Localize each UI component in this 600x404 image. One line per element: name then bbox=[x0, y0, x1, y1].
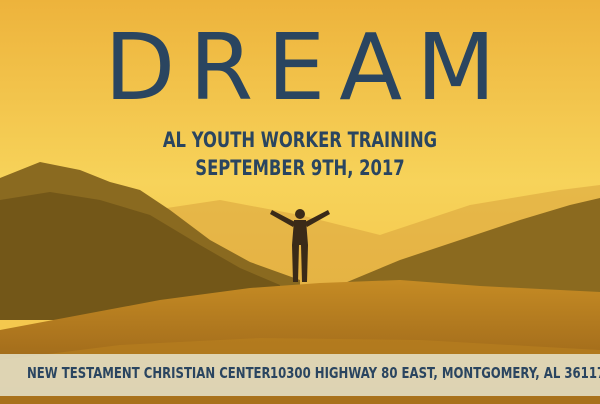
event-subtitle: AL YOUTH WORKER TRAINING bbox=[162, 128, 438, 152]
venue-footer-band: NEW TESTAMENT CHRISTIAN CENTER 10300 HIG… bbox=[0, 354, 600, 396]
event-title: DREAM bbox=[104, 14, 510, 121]
event-poster: DREAM AL YOUTH WORKER TRAINING SEPTEMBER… bbox=[0, 0, 600, 404]
venue-name: NEW TESTAMENT CHRISTIAN CENTER bbox=[27, 364, 271, 382]
event-date: SEPTEMBER 9TH, 2017 bbox=[195, 156, 405, 180]
venue-address: 10300 HIGHWAY 80 EAST, MONTGOMERY, AL 36… bbox=[270, 364, 600, 382]
